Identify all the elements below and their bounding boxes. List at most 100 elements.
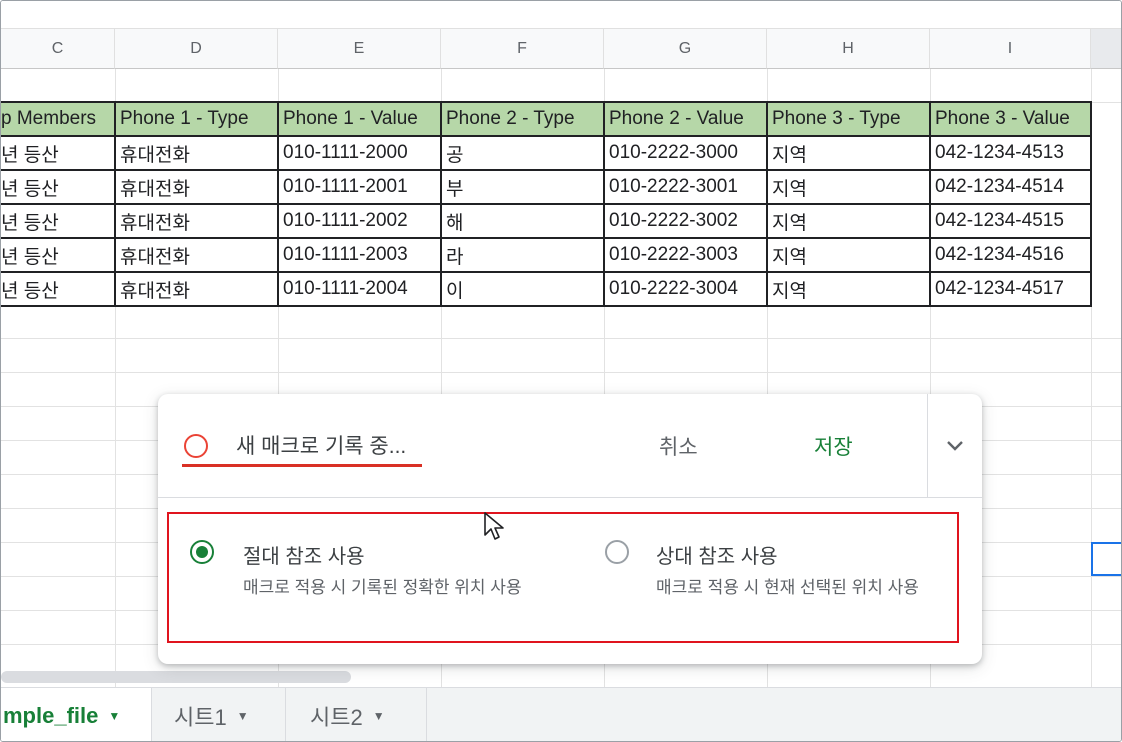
sheet-tab-bar: mple_file ▼ 시트1 ▼ 시트2 ▼ xyxy=(1,687,1121,741)
table-cell[interactable]: 042-1234-4514 xyxy=(930,170,1091,204)
table-cell[interactable]: 지역 xyxy=(767,272,930,306)
table-cell[interactable]: 년 등산 xyxy=(1,136,115,170)
table-cell[interactable]: 010-2222-3003 xyxy=(604,238,767,272)
header-text: Phone 1 - Value xyxy=(283,108,418,129)
option-title: 상대 참조 사용 xyxy=(656,546,778,568)
column-header-i[interactable]: I xyxy=(930,29,1091,69)
toolbar-strip xyxy=(1,1,1121,29)
table-cell[interactable]: 010-2222-3000 xyxy=(604,136,767,170)
table-cell[interactable]: 지역 xyxy=(767,204,930,238)
table-cell[interactable]: 지역 xyxy=(767,170,930,204)
gridline xyxy=(1,372,1121,373)
column-header-f[interactable]: F xyxy=(441,29,604,69)
table-cell[interactable]: 부 xyxy=(441,170,604,204)
table-cell[interactable]: 휴대전화 xyxy=(115,136,278,170)
gridline xyxy=(1,338,1121,339)
header-cell[interactable]: p Members xyxy=(1,102,115,136)
column-letter: D xyxy=(190,39,202,57)
caret-down-icon[interactable]: ▼ xyxy=(108,709,120,723)
cell-text: 010-2222-3000 xyxy=(609,142,738,163)
cell-text: 휴대전화 xyxy=(120,144,190,166)
table-cell[interactable]: 년 등산 xyxy=(1,238,115,272)
table-cell[interactable]: 휴대전화 xyxy=(115,204,278,238)
table-cell[interactable]: 042-1234-4517 xyxy=(930,272,1091,306)
column-letter: G xyxy=(678,39,692,57)
table-cell[interactable]: 해 xyxy=(441,204,604,238)
table-cell[interactable]: 휴대전화 xyxy=(115,238,278,272)
header-text: Phone 2 - Type xyxy=(446,108,575,129)
column-header-filler xyxy=(1091,29,1121,69)
cell-text: 010-2222-3003 xyxy=(609,244,738,265)
option-description: 매크로 적용 시 현재 선택된 위치 사용 xyxy=(656,578,919,597)
sheet-tab-sample-file[interactable]: mple_file ▼ xyxy=(1,688,151,741)
caret-down-icon[interactable]: ▼ xyxy=(237,709,249,723)
header-cell[interactable]: Phone 2 - Value xyxy=(604,102,767,136)
table-cell[interactable]: 휴대전화 xyxy=(115,272,278,306)
cell-text: 휴대전화 xyxy=(120,212,190,234)
table-cell[interactable]: 지역 xyxy=(767,238,930,272)
header-cell[interactable]: Phone 3 - Type xyxy=(767,102,930,136)
sheet-tab-sheet2[interactable]: 시트2 ▼ xyxy=(286,688,426,741)
table-cell[interactable]: 042-1234-4515 xyxy=(930,204,1091,238)
table-cell[interactable]: 지역 xyxy=(767,136,930,170)
header-cell[interactable]: Phone 3 - Value xyxy=(930,102,1091,136)
cell-text: 공 xyxy=(446,144,464,166)
save-button[interactable]: 저장 xyxy=(808,427,859,465)
cell-text: 이 xyxy=(446,280,464,302)
table-cell[interactable]: 010-1111-2002 xyxy=(278,204,441,238)
table-cell[interactable]: 010-1111-2000 xyxy=(278,136,441,170)
sheet-tab-sheet1[interactable]: 시트1 ▼ xyxy=(152,688,285,741)
table-cell[interactable]: 년 등산 xyxy=(1,272,115,306)
sheet-tab-label: 시트2 xyxy=(310,705,363,730)
column-header-g[interactable]: G xyxy=(604,29,767,69)
table-border xyxy=(929,101,931,307)
column-letter: E xyxy=(353,39,365,57)
header-text: Phone 3 - Type xyxy=(772,108,901,129)
table-cell[interactable]: 휴대전화 xyxy=(115,170,278,204)
table-cell[interactable]: 010-2222-3001 xyxy=(604,170,767,204)
column-letter: H xyxy=(842,39,854,57)
header-text: p Members xyxy=(1,108,97,129)
header-cell[interactable]: Phone 2 - Type xyxy=(441,102,604,136)
cell-text: 010-1111-2000 xyxy=(283,142,408,163)
header-cell[interactable]: Phone 1 - Value xyxy=(278,102,441,136)
macro-recording-panel: 새 매크로 기록 중... 취소 저장 절대 참조 사용 매크로 적용 시 기록… xyxy=(158,394,982,664)
column-letter: I xyxy=(1007,39,1013,57)
header-text: Phone 1 - Type xyxy=(120,108,249,129)
sheet-tab-label: 시트1 xyxy=(174,705,227,730)
mouse-pointer-icon xyxy=(484,512,504,540)
column-header-c[interactable]: C xyxy=(1,29,115,69)
macro-recording-title: 새 매크로 기록 중... xyxy=(236,435,407,458)
cancel-button[interactable]: 취소 xyxy=(653,427,704,465)
table-cell[interactable]: 년 등산 xyxy=(1,204,115,238)
radio-unselected-icon[interactable] xyxy=(605,540,629,564)
table-cell[interactable]: 010-2222-3004 xyxy=(604,272,767,306)
tab-divider xyxy=(426,688,427,741)
table-cell[interactable]: 010-1111-2001 xyxy=(278,170,441,204)
table-cell[interactable]: 010-1111-2003 xyxy=(278,238,441,272)
table-cell[interactable]: 010-1111-2004 xyxy=(278,272,441,306)
table-cell[interactable]: 라 xyxy=(441,238,604,272)
header-text: Phone 2 - Value xyxy=(609,108,744,129)
column-header-e[interactable]: E xyxy=(278,29,441,69)
table-border xyxy=(440,101,442,307)
table-border xyxy=(766,101,768,307)
table-cell[interactable]: 년 등산 xyxy=(1,170,115,204)
table-cell[interactable]: 010-2222-3002 xyxy=(604,204,767,238)
horizontal-scrollbar[interactable] xyxy=(1,671,351,683)
table-cell[interactable]: 042-1234-4513 xyxy=(930,136,1091,170)
table-border xyxy=(1090,101,1092,307)
active-cell-selection[interactable] xyxy=(1091,542,1121,576)
column-header-h[interactable]: H xyxy=(767,29,930,69)
expand-options-button[interactable] xyxy=(928,394,982,497)
caret-down-icon[interactable]: ▼ xyxy=(373,709,385,723)
table-cell[interactable]: 이 xyxy=(441,272,604,306)
cell-text: 010-1111-2002 xyxy=(283,210,408,231)
radio-selected-icon[interactable] xyxy=(190,540,214,564)
cell-text: 해 xyxy=(446,212,464,234)
cell-text: 라 xyxy=(446,246,464,268)
table-cell[interactable]: 042-1234-4516 xyxy=(930,238,1091,272)
column-header-d[interactable]: D xyxy=(115,29,278,69)
table-cell[interactable]: 공 xyxy=(441,136,604,170)
header-cell[interactable]: Phone 1 - Type xyxy=(115,102,278,136)
